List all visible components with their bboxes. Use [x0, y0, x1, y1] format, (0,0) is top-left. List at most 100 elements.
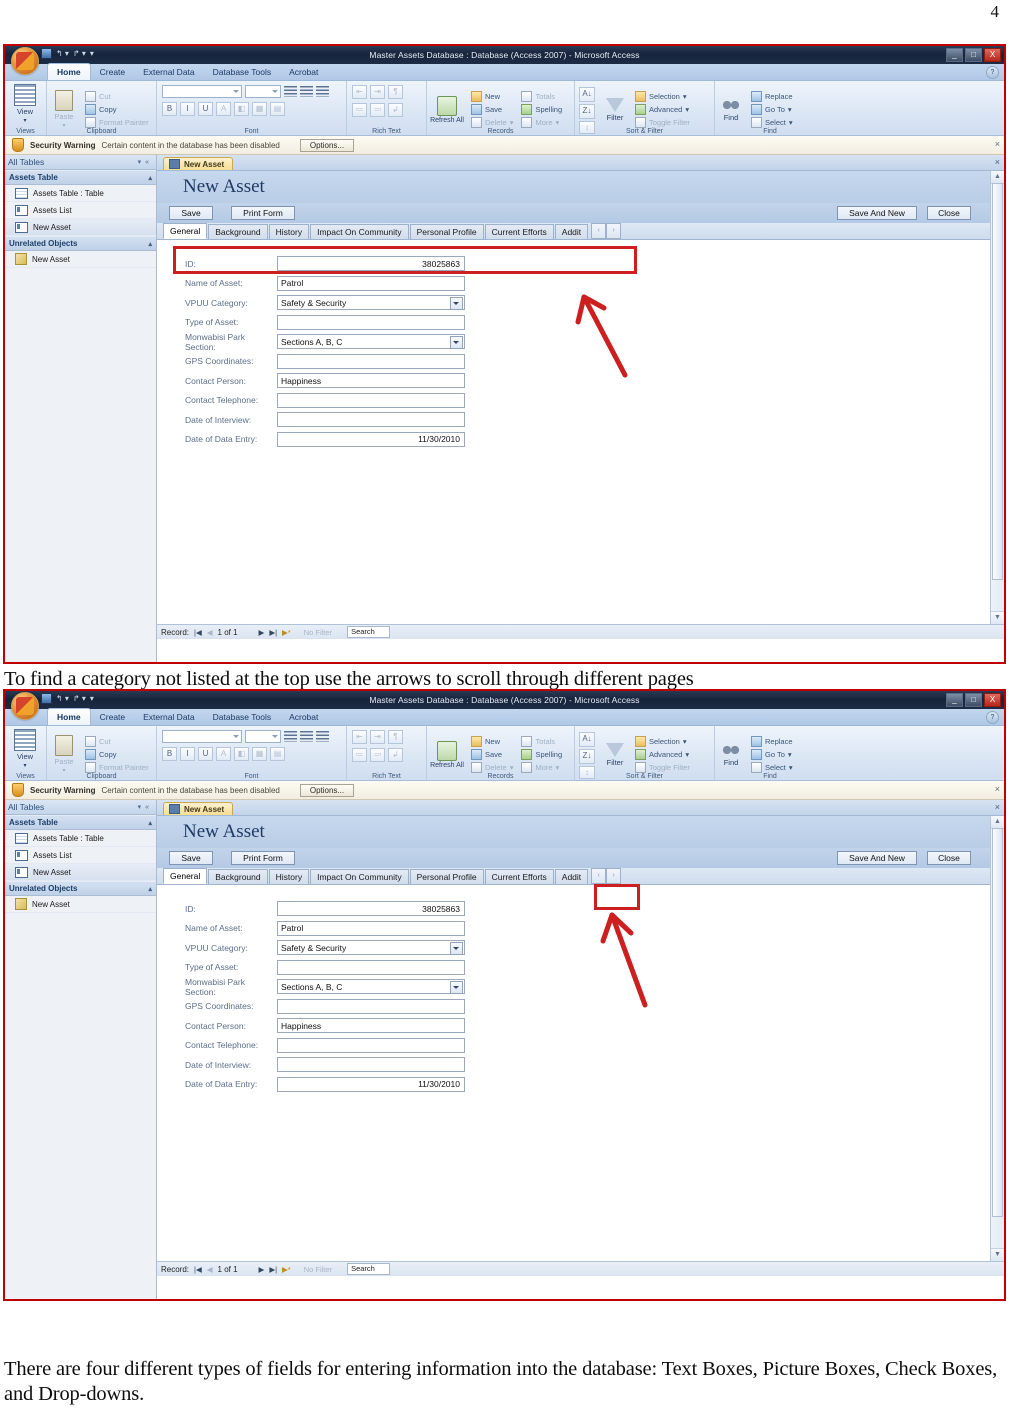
tab-database-tools[interactable]: Database Tools	[204, 64, 280, 80]
align-left-icon[interactable]	[284, 86, 297, 97]
bold-button[interactable]: B	[162, 102, 177, 116]
delete-record-button[interactable]: Delete ▾	[471, 762, 513, 774]
font-family-combo[interactable]	[162, 85, 242, 98]
refresh-all-button[interactable]: Refresh All	[427, 726, 467, 780]
next-record-button[interactable]: ▶	[259, 628, 265, 637]
close-button[interactable]: X	[984, 48, 1001, 62]
close-form-button[interactable]: Close	[927, 851, 971, 865]
name-of-asset-field[interactable]: Patrol	[277, 275, 465, 291]
paste-button[interactable]: Paste ▾	[47, 81, 81, 135]
print-form-button[interactable]: Print Form	[231, 206, 295, 220]
save-button[interactable]: Save	[169, 206, 213, 220]
form-tab-strip[interactable]: General Background History Impact On Com…	[157, 223, 991, 240]
view-dropdown-icon[interactable]: ▾	[23, 762, 26, 769]
go-to-button[interactable]: Go To ▾	[751, 104, 793, 116]
document-tab-new-asset[interactable]: New Asset	[163, 157, 234, 170]
fill-color-icon[interactable]: ◧	[234, 102, 249, 116]
sidebar-item-new-asset[interactable]: New Asset	[5, 219, 156, 236]
italic-button[interactable]: I	[180, 102, 195, 116]
tab-create[interactable]: Create	[91, 64, 135, 80]
save-record-button[interactable]: Save	[471, 104, 513, 116]
underline-button[interactable]: U	[198, 102, 213, 116]
sidebar-item-assets-table[interactable]: Assets Table : Table	[5, 185, 156, 202]
gps-coordinates-field[interactable]	[277, 998, 465, 1014]
font-size-combo[interactable]	[245, 85, 281, 98]
format-painter-button[interactable]: Format Painter	[85, 117, 149, 129]
form-tab-background[interactable]: Background	[208, 224, 268, 239]
tab-external-data[interactable]: External Data	[134, 709, 204, 725]
sidebar-item-unrelated-new-asset[interactable]: New Asset	[5, 251, 156, 268]
filter-button[interactable]: Filter	[599, 726, 631, 780]
find-button[interactable]: Find	[715, 81, 747, 135]
view-button[interactable]: View ▾	[5, 726, 45, 769]
tab-acrobat[interactable]: Acrobat	[280, 64, 327, 80]
tab-scroll-right-arrow[interactable]: ›	[606, 868, 622, 884]
window-controls[interactable]: _ □ X	[946, 48, 1001, 62]
tab-external-data[interactable]: External Data	[134, 64, 204, 80]
nav-group-assets-table[interactable]: Assets Table ▴	[5, 815, 156, 830]
underline-button[interactable]: U	[198, 747, 213, 761]
increase-indent-icon[interactable]: ⇥	[370, 85, 385, 99]
paste-button[interactable]: Paste ▾	[47, 726, 81, 780]
vertical-scrollbar[interactable]: ▲ ▼	[990, 171, 1004, 624]
toggle-filter-button[interactable]: Toggle Filter	[635, 762, 690, 774]
alternate-fill-icon[interactable]: ▤	[270, 747, 285, 761]
form-tab-current-efforts[interactable]: Current Efforts	[484, 869, 554, 884]
save-record-button[interactable]: Save	[471, 749, 513, 761]
date-of-data-entry-field[interactable]: 11/30/2010	[277, 1076, 465, 1092]
tab-create[interactable]: Create	[91, 709, 135, 725]
tab-home[interactable]: Home	[47, 708, 91, 725]
sidebar-item-unrelated-new-asset[interactable]: New Asset	[5, 896, 156, 913]
totals-button[interactable]: Totals	[521, 736, 562, 748]
decrease-indent-icon[interactable]: ⇤	[352, 85, 367, 99]
delete-record-button[interactable]: Delete ▾	[471, 117, 513, 129]
tab-home[interactable]: Home	[47, 63, 91, 80]
decrease-indent-icon[interactable]: ⇤	[352, 730, 367, 744]
document-tab-strip[interactable]: New Asset ×	[157, 155, 1004, 171]
id-field[interactable]: 38025863	[277, 901, 465, 917]
spelling-button[interactable]: Spelling	[521, 749, 562, 761]
date-of-data-entry-field[interactable]: 11/30/2010	[277, 431, 465, 447]
totals-button[interactable]: Totals	[521, 91, 562, 103]
tab-scroll-arrows[interactable]: ‹ ›	[591, 868, 622, 884]
record-navigator[interactable]: Record: |◀ ◀ 1 of 1 ▶ ▶| ▶* No Filter Se…	[157, 1261, 1004, 1276]
office-orb-icon[interactable]	[11, 692, 39, 720]
security-options-button[interactable]: Options...	[299, 138, 355, 152]
type-of-asset-field[interactable]	[277, 959, 465, 975]
close-icon[interactable]: ×	[995, 157, 1000, 167]
print-form-button[interactable]: Print Form	[231, 851, 295, 865]
cut-button[interactable]: Cut	[85, 736, 149, 748]
close-form-button[interactable]: Close	[927, 206, 971, 220]
chevron-down-icon[interactable]: ▾	[138, 158, 142, 166]
chevron-down-icon[interactable]: ▾	[138, 803, 142, 811]
form-tab-impact-on-community[interactable]: Impact On Community	[310, 224, 409, 239]
format-painter-button[interactable]: Format Painter	[85, 762, 149, 774]
ltr-icon[interactable]: ¶	[388, 85, 403, 99]
form-tab-history[interactable]: History	[268, 869, 310, 884]
replace-button[interactable]: Replace	[751, 736, 793, 748]
nav-group-unrelated-objects[interactable]: Unrelated Objects ▴	[5, 881, 156, 896]
find-button[interactable]: Find	[715, 726, 747, 780]
name-of-asset-field[interactable]: Patrol	[277, 920, 465, 936]
sort-descending-icon[interactable]: Z↓	[579, 748, 595, 764]
new-record-nav-button[interactable]: ▶*	[282, 628, 291, 637]
align-right-icon[interactable]	[316, 86, 329, 97]
next-record-button[interactable]: ▶	[259, 1265, 265, 1274]
gridlines-icon[interactable]: ▦	[252, 747, 267, 761]
document-tab-new-asset[interactable]: New Asset	[163, 802, 234, 815]
form-tab-general[interactable]: General	[163, 223, 208, 239]
search-input[interactable]: Search	[347, 1263, 390, 1275]
refresh-all-button[interactable]: Refresh All	[427, 81, 467, 135]
align-center-icon[interactable]	[300, 86, 313, 97]
copy-button[interactable]: Copy	[85, 104, 149, 116]
navigation-pane-header[interactable]: All Tables ▾ «	[5, 155, 156, 170]
gridlines-icon[interactable]: ▦	[252, 102, 267, 116]
tab-scroll-right-arrow[interactable]: ›	[606, 223, 622, 239]
ltr-icon[interactable]: ¶	[388, 730, 403, 744]
ribbon-tab-strip[interactable]: Home Create External Data Database Tools…	[5, 708, 1004, 726]
more-button[interactable]: More ▾	[521, 762, 562, 774]
bullets-icon[interactable]: ≔	[352, 103, 367, 117]
office-orb-icon[interactable]	[11, 47, 39, 75]
copy-button[interactable]: Copy	[85, 749, 149, 761]
first-record-button[interactable]: |◀	[194, 1265, 202, 1274]
